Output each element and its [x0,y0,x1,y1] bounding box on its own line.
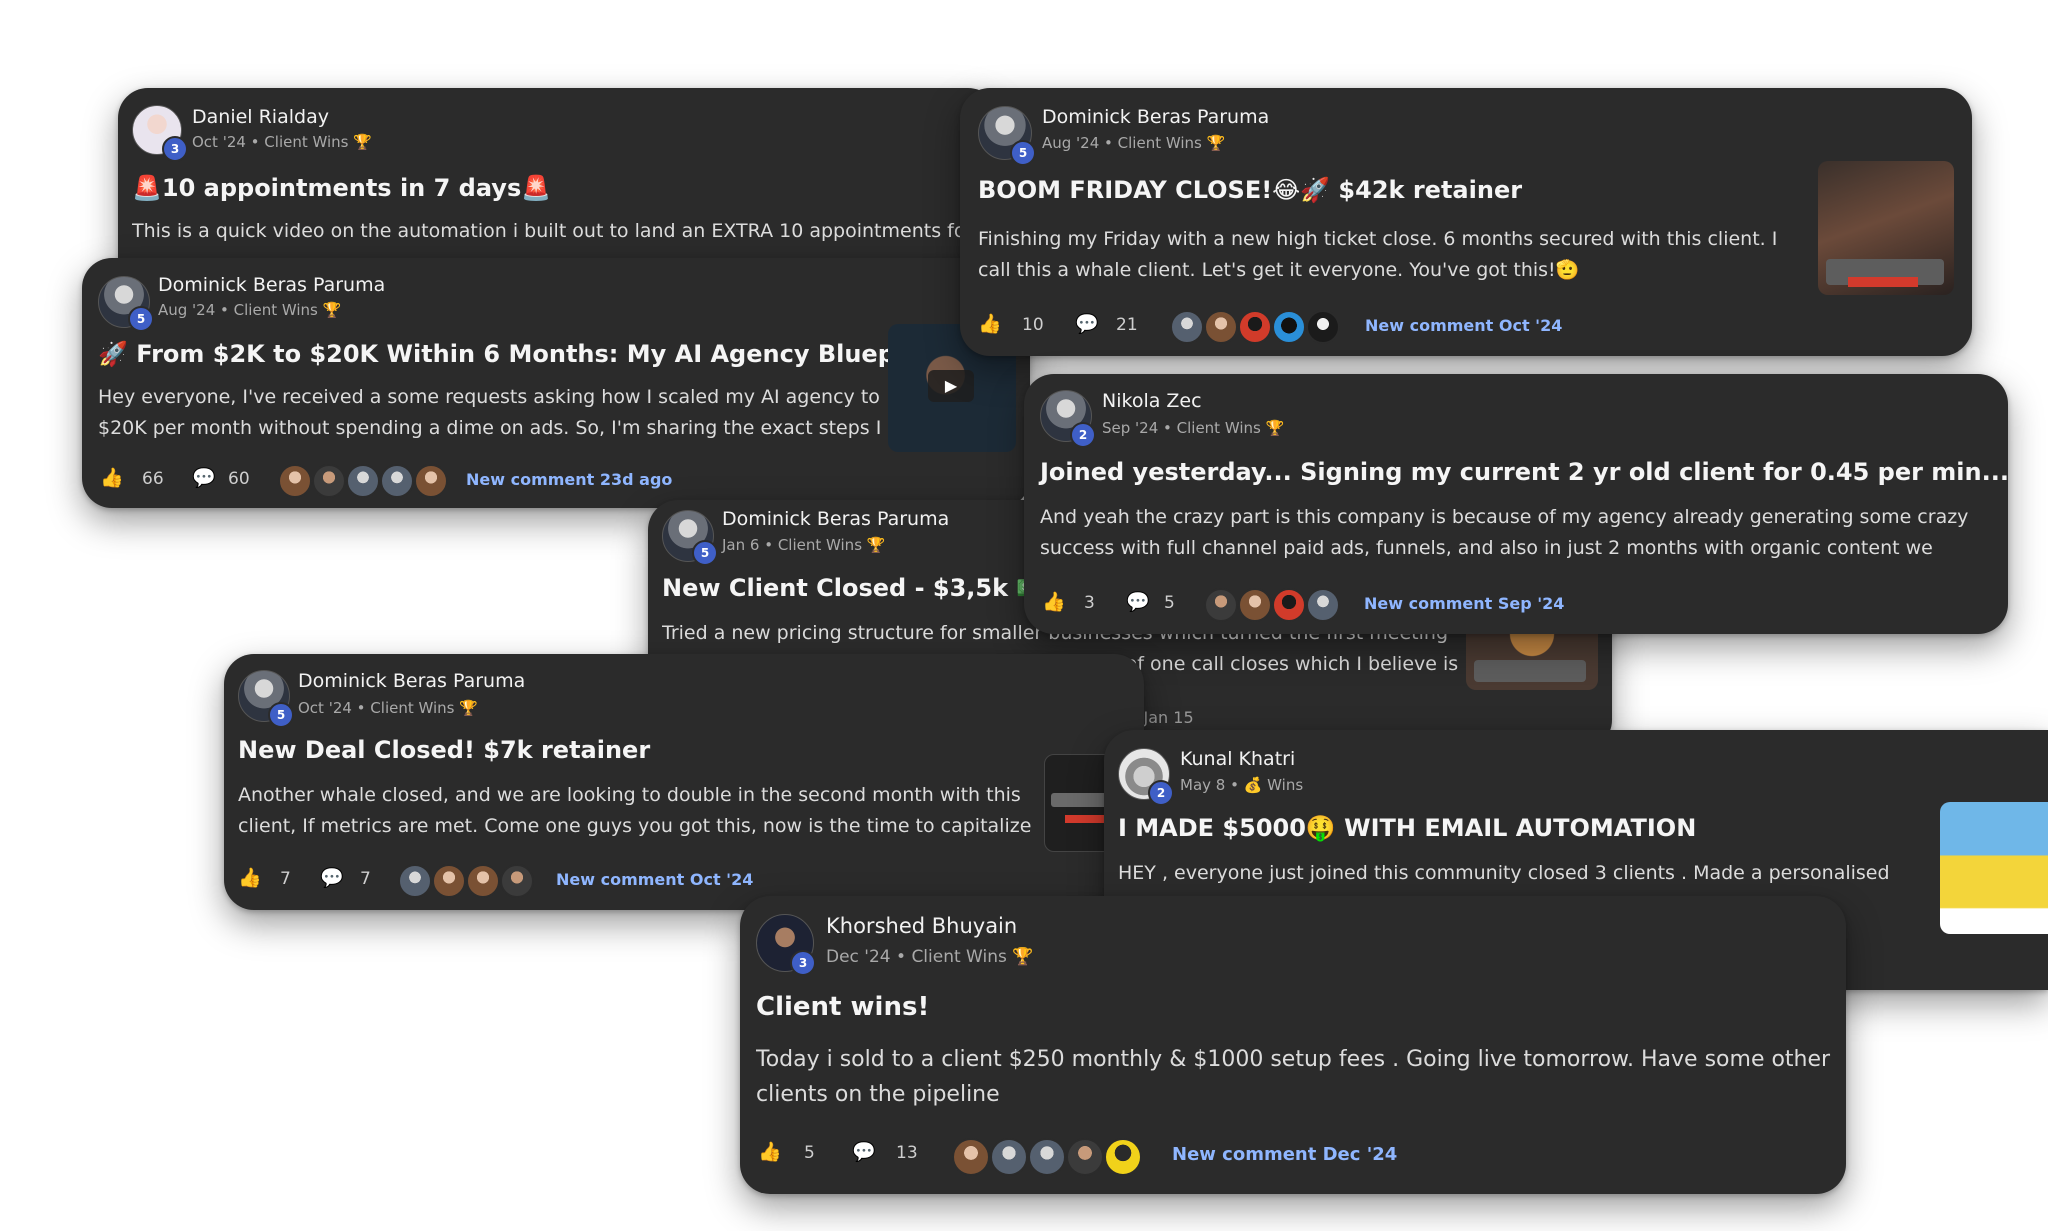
author-name[interactable]: Dominick Beras Paruma [722,508,949,530]
recent-activity-link[interactable]: New comment Oct '24 [556,870,753,889]
author-name[interactable]: Dominick Beras Paruma [298,670,525,692]
like-count: 3 [1084,593,1095,613]
commenter-avatar[interactable] [1272,310,1306,344]
commenter-avatar[interactable] [500,864,534,898]
commenter-avatar[interactable] [466,864,500,898]
comment-bubble-icon[interactable]: 💬 [320,866,344,889]
post-title[interactable]: Client wins! [756,992,929,1022]
like-icon[interactable]: 👍 [100,466,124,489]
level-badge: 2 [1148,780,1174,806]
commenter-avatar[interactable] [312,464,346,498]
like-icon[interactable]: 👍 [238,866,262,889]
commenter-avatar[interactable] [1204,310,1238,344]
commenter-avatar[interactable] [380,464,414,498]
comment-count: 13 [896,1143,918,1163]
like-count: 5 [804,1143,815,1163]
level-badge: 3 [790,950,816,976]
commenter-avatar[interactable] [1238,588,1272,622]
commenter-avatar[interactable] [1066,1138,1104,1176]
commenter-avatar[interactable] [1272,588,1306,622]
post-title[interactable]: Joined yesterday... Signing my current 2… [1040,458,2008,486]
post-card-new-deal-7k[interactable]: 5 Dominick Beras Paruma Oct '24 • Client… [224,654,1144,910]
author-name[interactable]: Dominick Beras Paruma [158,274,385,296]
level-badge: 5 [268,702,294,728]
recent-activity-link[interactable]: New comment Sep '24 [1364,594,1564,613]
post-meta: Oct '24 • Client Wins 🏆 [192,133,372,151]
like-icon[interactable]: 👍 [978,312,1002,335]
recent-activity-link[interactable]: New comment Dec '24 [1172,1144,1397,1165]
commenter-avatar[interactable] [1204,588,1238,622]
play-icon[interactable]: ▶ [928,370,974,402]
comment-bubble-icon[interactable]: 💬 [192,466,216,489]
author-name[interactable]: Kunal Khatri [1180,748,1295,770]
post-title[interactable]: 🚨10 appointments in 7 days🚨 [132,174,551,202]
post-title[interactable]: BOOM FRIDAY CLOSE!😂🚀 $42k retainer [978,176,1522,204]
comment-count: 5 [1164,593,1175,613]
post-card-boom-friday[interactable]: 5 Dominick Beras Paruma Aug '24 • Client… [960,88,1972,356]
comment-bubble-icon[interactable]: 💬 [1075,312,1099,335]
commenter-avatar[interactable] [398,864,432,898]
commenter-avatar[interactable] [1238,310,1272,344]
level-badge: 5 [128,306,154,332]
recent-activity-link[interactable]: New comment Oct '24 [1365,316,1562,335]
comment-count: 21 [1116,315,1138,335]
post-thumbnail[interactable] [1818,161,1954,295]
post-meta: Sep '24 • Client Wins 🏆 [1102,419,1285,437]
like-count: 10 [1022,315,1044,335]
commenter-avatar[interactable] [1170,310,1204,344]
commenter-avatar[interactable] [346,464,380,498]
like-icon[interactable]: 👍 [1042,590,1066,613]
author-name[interactable]: Daniel Rialday [192,106,329,128]
level-badge: 5 [692,540,718,566]
post-excerpt: Another whale closed, and we are looking… [238,784,1032,837]
post-meta: Dec '24 • Client Wins 🏆 [826,947,1034,967]
level-badge: 2 [1070,422,1096,448]
like-count: 7 [280,869,291,889]
post-meta: Aug '24 • Client Wins 🏆 [1042,134,1226,152]
post-meta: Oct '24 • Client Wins 🏆 [298,699,478,717]
commenter-avatar[interactable] [1028,1138,1066,1176]
post-card-ai-agency-blueprint[interactable]: 5 Dominick Beras Paruma Aug '24 • Client… [82,258,1030,508]
comment-bubble-icon[interactable]: 💬 [852,1140,876,1163]
post-meta: Jan 6 • Client Wins 🏆 [722,536,886,554]
post-title[interactable]: New Client Closed - $3,5k 💵 [662,574,1046,602]
commenter-avatar[interactable] [1104,1138,1142,1176]
post-meta: Aug '24 • Client Wins 🏆 [158,301,342,319]
level-badge: 3 [162,136,188,162]
like-icon[interactable]: 👍 [758,1140,782,1163]
post-title[interactable]: New Deal Closed! $7k retainer [238,736,650,764]
commenter-avatar[interactable] [414,464,448,498]
commenter-avatar[interactable] [990,1138,1028,1176]
post-title[interactable]: 🚀 From $2K to $20K Within 6 Months: My A… [98,340,982,368]
comment-bubble-icon[interactable]: 💬 [1126,590,1150,613]
comment-count: 60 [228,469,250,489]
author-name[interactable]: Khorshed Bhuyain [826,914,1017,938]
post-meta: May 8 • 💰 Wins [1180,776,1304,794]
recent-activity-link[interactable]: New comment 23d ago [466,470,672,489]
commenter-avatar[interactable] [432,864,466,898]
post-excerpt: Hey everyone, I've received a some reque… [98,386,882,439]
post-card-nikola-zec[interactable]: 2 Nikola Zec Sep '24 • Client Wins 🏆 Joi… [1024,374,2008,634]
commenter-avatar[interactable] [278,464,312,498]
commenter-avatar[interactable] [952,1138,990,1176]
post-excerpt: And yeah the crazy part is this company … [1040,506,1969,559]
author-name[interactable]: Nikola Zec [1102,390,1202,412]
comment-count: 7 [360,869,371,889]
level-badge: 5 [1010,140,1036,166]
author-name[interactable]: Dominick Beras Paruma [1042,106,1269,128]
like-count: 66 [142,469,164,489]
commenter-avatar[interactable] [1306,588,1340,622]
post-excerpt: Finishing my Friday with a new high tick… [978,228,1778,281]
post-thumbnail[interactable] [1940,802,2048,934]
commenter-avatar[interactable] [1306,310,1340,344]
post-excerpt: Today i sold to a client $250 monthly & … [756,1047,1831,1107]
post-card-khorshed-bhuyain[interactable]: 3 Khorshed Bhuyain Dec '24 • Client Wins… [740,896,1846,1194]
post-title[interactable]: I MADE $5000🤑 WITH EMAIL AUTOMATION [1118,814,1696,842]
